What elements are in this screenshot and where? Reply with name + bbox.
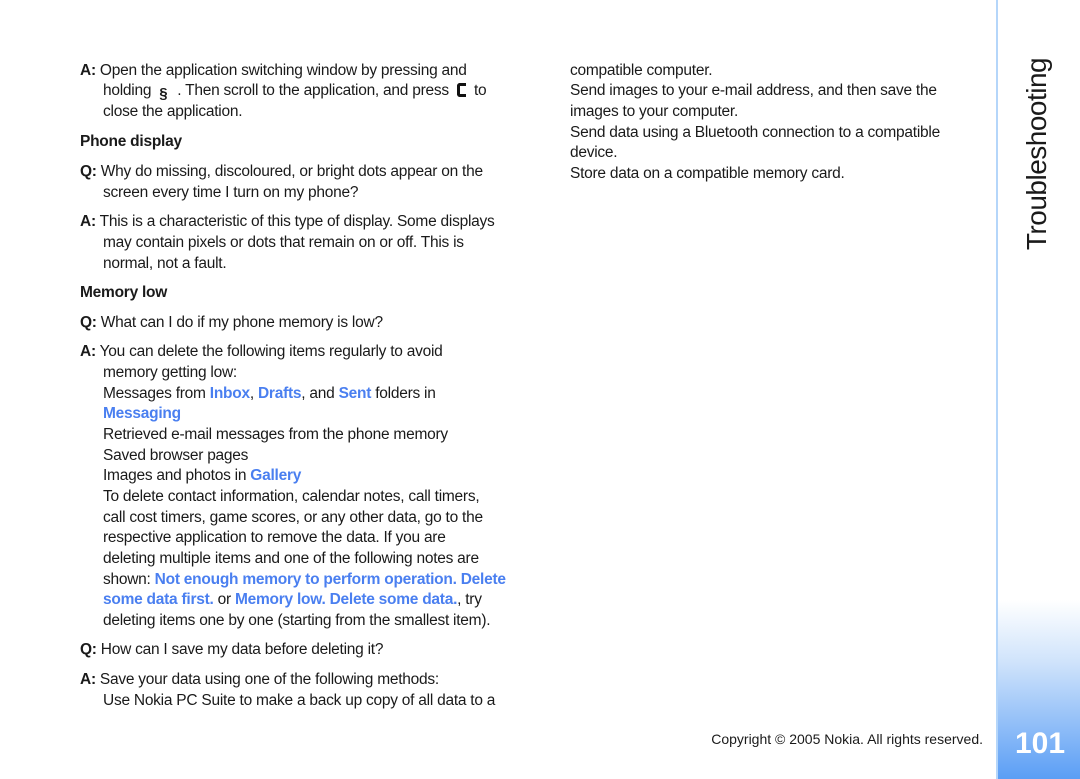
menu-reference: Gallery — [250, 467, 302, 484]
text-line: Memory low — [80, 283, 167, 303]
text-span: or — [213, 591, 235, 608]
section-title: Troubleshooting — [1021, 57, 1052, 251]
text-span: to — [469, 82, 487, 99]
text-span: Retrieved e-mail messages from the phone… — [103, 426, 448, 443]
text-line: A: Open the application switching window… — [80, 61, 467, 81]
text-line: Messaging — [103, 404, 181, 424]
text-span: Store data on a compatible memory card. — [570, 165, 845, 182]
text-span: may contain pixels or dots that remain o… — [103, 234, 464, 251]
menu-reference: Drafts — [257, 385, 302, 402]
text-line: Send data using a Bluetooth connection t… — [570, 123, 940, 143]
text-span: call cost timers, game scores, or any ot… — [103, 509, 483, 526]
menu-key-icon: § — [159, 85, 168, 102]
text-span: Open the application switching window by… — [95, 62, 467, 79]
text-span: , — [249, 385, 258, 402]
text-line: Store data on a compatible memory card. — [570, 164, 845, 184]
text-span: device. — [570, 144, 618, 161]
text-span: This is a characteristic of this type of… — [95, 213, 495, 230]
text-line: compatible computer. — [570, 61, 713, 81]
text-span: Saved browser pages — [103, 447, 249, 464]
text-line: shown: Not enough memory to perform oper… — [103, 570, 506, 590]
text-line: close the application. — [103, 102, 243, 122]
clear-key-icon — [456, 83, 466, 97]
text-line: Q: Why do missing, discoloured, or brigh… — [80, 162, 483, 182]
text-span: screen every time I turn on my phone? — [103, 184, 359, 201]
text-span: holding — [103, 82, 156, 99]
text-span: Images and photos in — [103, 467, 251, 484]
text-span: You can delete the following items regul… — [95, 343, 443, 360]
bold-label: A: — [80, 671, 96, 688]
text-span: folders in — [371, 385, 436, 402]
bold-label: Memory low — [80, 284, 168, 301]
text-line: call cost timers, game scores, or any ot… — [103, 508, 483, 528]
text-span: normal, not a fault. — [103, 255, 227, 272]
text-span: deleting items one by one (starting from… — [103, 612, 491, 629]
text-line: To delete contact information, calendar … — [103, 487, 480, 507]
text-span: compatible computer. — [570, 62, 713, 79]
text-span: To delete contact information, calendar … — [103, 488, 480, 505]
text-line: device. — [570, 143, 618, 163]
menu-reference: Sent — [338, 385, 372, 402]
text-line: deleting multiple items and one of the f… — [103, 549, 479, 569]
text-line: A: You can delete the following items re… — [80, 342, 443, 362]
text-line: Retrieved e-mail messages from the phone… — [103, 425, 448, 445]
text-span: Send data using a Bluetooth connection t… — [570, 124, 940, 141]
text-line: screen every time I turn on my phone? — [103, 183, 359, 203]
text-span: Messages from — [103, 385, 210, 402]
text-line: Use Nokia PC Suite to make a back up cop… — [103, 691, 495, 711]
text-span: Why do missing, discoloured, or bright d… — [96, 163, 483, 180]
text-span: , try — [457, 591, 482, 608]
text-line: Q: How can I save my data before deletin… — [80, 640, 383, 660]
bold-label: A: — [80, 213, 96, 230]
copyright-notice: Copyright © 2005 Nokia. All rights reser… — [711, 731, 983, 747]
text-line: A: This is a characteristic of this type… — [80, 212, 495, 232]
bold-label: A: — [80, 62, 96, 79]
menu-reference: some data first. — [103, 591, 214, 608]
bold-label: A: — [80, 343, 96, 360]
text-span: . Then scroll to the application, and pr… — [177, 82, 453, 99]
text-span: Use Nokia PC Suite to make a back up cop… — [103, 692, 496, 709]
text-span: respective application to remove the dat… — [103, 529, 446, 546]
text-span: memory getting low: — [103, 364, 237, 381]
text-line: Send images to your e-mail address, and … — [570, 81, 937, 101]
text-line: Q: What can I do if my phone memory is l… — [80, 313, 383, 333]
bold-label: Q: — [80, 314, 97, 331]
text-span: close the application. — [103, 103, 243, 120]
text-line: Messages from Inbox, Drafts, and Sent fo… — [103, 384, 436, 404]
text-line: A: Save your data using one of the follo… — [80, 670, 439, 690]
text-line: respective application to remove the dat… — [103, 528, 446, 548]
text-line: Saved browser pages — [103, 446, 248, 466]
text-line: normal, not a fault. — [103, 254, 227, 274]
text-line: holding § . Then scroll to the applicatio… — [103, 81, 487, 102]
bold-label: Q: — [80, 163, 97, 180]
text-line: may contain pixels or dots that remain o… — [103, 233, 464, 253]
text-line: Phone display — [80, 132, 182, 152]
text-span: Save your data using one of the followin… — [95, 671, 439, 688]
menu-reference: Not enough memory to perform operation. … — [154, 571, 506, 588]
bold-label: Phone display — [80, 133, 182, 150]
text-span: deleting multiple items and one of the f… — [103, 550, 479, 567]
text-span: , and — [301, 385, 339, 402]
page-number: 101 — [1014, 727, 1066, 760]
text-line: some data first. or Memory low. Delete s… — [103, 590, 482, 610]
text-span: Send images to your e-mail address, and … — [570, 82, 937, 99]
text-line: memory getting low: — [103, 363, 237, 383]
menu-reference: Inbox — [209, 385, 250, 402]
text-line: images to your computer. — [570, 102, 738, 122]
text-span: shown: — [103, 571, 155, 588]
bold-label: Q: — [80, 641, 97, 658]
text-span: images to your computer. — [570, 103, 739, 120]
menu-reference: Messaging — [103, 405, 181, 422]
text-span: How can I save my data before deleting i… — [96, 641, 384, 658]
text-span: What can I do if my phone memory is low? — [96, 314, 383, 331]
text-line: deleting items one by one (starting from… — [103, 611, 491, 631]
menu-reference: Memory low. Delete some data. — [234, 591, 458, 608]
text-line: Images and photos in Gallery — [103, 466, 301, 486]
